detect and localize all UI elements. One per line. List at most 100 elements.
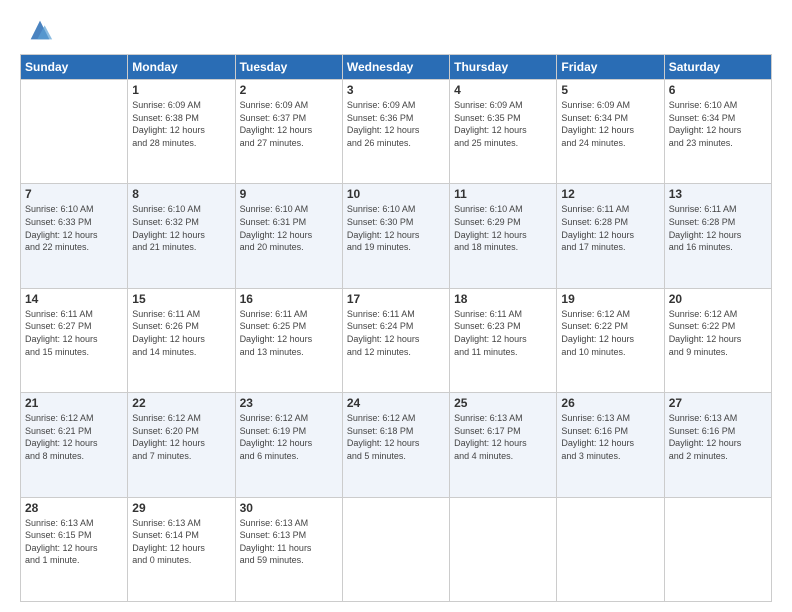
day-info: Sunrise: 6:12 AM Sunset: 6:20 PM Dayligh…: [132, 412, 230, 462]
day-number: 5: [561, 83, 659, 97]
day-number: 27: [669, 396, 767, 410]
day-number: 19: [561, 292, 659, 306]
day-info: Sunrise: 6:13 AM Sunset: 6:15 PM Dayligh…: [25, 517, 123, 567]
day-info: Sunrise: 6:11 AM Sunset: 6:25 PM Dayligh…: [240, 308, 338, 358]
table-row: 27 Sunrise: 6:13 AM Sunset: 6:16 PM Dayli…: [664, 393, 771, 497]
day-info: Sunrise: 6:12 AM Sunset: 6:19 PM Dayligh…: [240, 412, 338, 462]
table-row: 29 Sunrise: 6:13 AM Sunset: 6:14 PM Dayli…: [128, 497, 235, 601]
day-info: Sunrise: 6:13 AM Sunset: 6:16 PM Dayligh…: [561, 412, 659, 462]
logo: [20, 16, 54, 44]
day-info: Sunrise: 6:10 AM Sunset: 6:34 PM Dayligh…: [669, 99, 767, 149]
table-row: 11 Sunrise: 6:10 AM Sunset: 6:29 PM Dayli…: [450, 184, 557, 288]
day-number: 6: [669, 83, 767, 97]
table-row: 23 Sunrise: 6:12 AM Sunset: 6:19 PM Dayli…: [235, 393, 342, 497]
day-info: Sunrise: 6:12 AM Sunset: 6:18 PM Dayligh…: [347, 412, 445, 462]
day-number: 29: [132, 501, 230, 515]
day-number: 26: [561, 396, 659, 410]
col-monday: Monday: [128, 55, 235, 80]
calendar-header-row: Sunday Monday Tuesday Wednesday Thursday…: [21, 55, 772, 80]
table-row: 13Sunrise: 6:11 AM Sunset: 6:28 PM Dayli…: [664, 184, 771, 288]
day-info: Sunrise: 6:10 AM Sunset: 6:30 PM Dayligh…: [347, 203, 445, 253]
day-info: Sunrise: 6:09 AM Sunset: 6:34 PM Dayligh…: [561, 99, 659, 149]
day-number: 4: [454, 83, 552, 97]
day-info: Sunrise: 6:11 AM Sunset: 6:28 PM Dayligh…: [561, 203, 659, 253]
table-row: 20 Sunrise: 6:12 AM Sunset: 6:22 PM Dayli…: [664, 288, 771, 392]
table-row: 15 Sunrise: 6:11 AM Sunset: 6:26 PM Dayli…: [128, 288, 235, 392]
header: [20, 16, 772, 44]
day-info: Sunrise: 6:10 AM Sunset: 6:32 PM Dayligh…: [132, 203, 230, 253]
day-number: 14: [25, 292, 123, 306]
day-number: 7: [25, 187, 123, 201]
table-row: 25Sunrise: 6:13 AM Sunset: 6:17 PM Dayli…: [450, 393, 557, 497]
table-row: 30 Sunrise: 6:13 AM Sunset: 6:13 PM Dayli…: [235, 497, 342, 601]
day-number: 17: [347, 292, 445, 306]
table-row: [557, 497, 664, 601]
day-number: 8: [132, 187, 230, 201]
day-number: 30: [240, 501, 338, 515]
table-row: [342, 497, 449, 601]
day-info: Sunrise: 6:11 AM Sunset: 6:24 PM Dayligh…: [347, 308, 445, 358]
day-info: Sunrise: 6:10 AM Sunset: 6:31 PM Dayligh…: [240, 203, 338, 253]
table-row: [21, 80, 128, 184]
table-row: 8 Sunrise: 6:10 AM Sunset: 6:32 PM Daylig…: [128, 184, 235, 288]
calendar-week-row: 28 Sunrise: 6:13 AM Sunset: 6:15 PM Dayli…: [21, 497, 772, 601]
page: Sunday Monday Tuesday Wednesday Thursday…: [0, 0, 792, 612]
day-info: Sunrise: 6:09 AM Sunset: 6:36 PM Dayligh…: [347, 99, 445, 149]
day-info: Sunrise: 6:12 AM Sunset: 6:22 PM Dayligh…: [669, 308, 767, 358]
day-info: Sunrise: 6:13 AM Sunset: 6:16 PM Dayligh…: [669, 412, 767, 462]
day-info: Sunrise: 6:11 AM Sunset: 6:26 PM Dayligh…: [132, 308, 230, 358]
day-number: 2: [240, 83, 338, 97]
day-number: 1: [132, 83, 230, 97]
day-number: 10: [347, 187, 445, 201]
table-row: 7Sunrise: 6:10 AM Sunset: 6:33 PM Daylig…: [21, 184, 128, 288]
table-row: 19 Sunrise: 6:12 AM Sunset: 6:22 PM Dayli…: [557, 288, 664, 392]
day-info: Sunrise: 6:13 AM Sunset: 6:13 PM Dayligh…: [240, 517, 338, 567]
col-sunday: Sunday: [21, 55, 128, 80]
col-tuesday: Tuesday: [235, 55, 342, 80]
calendar-week-row: 21Sunrise: 6:12 AM Sunset: 6:21 PM Dayli…: [21, 393, 772, 497]
day-number: 16: [240, 292, 338, 306]
table-row: 1 Sunrise: 6:09 AM Sunset: 6:38 PM Daylig…: [128, 80, 235, 184]
day-info: Sunrise: 6:09 AM Sunset: 6:37 PM Dayligh…: [240, 99, 338, 149]
table-row: 12 Sunrise: 6:11 AM Sunset: 6:28 PM Dayli…: [557, 184, 664, 288]
table-row: 5 Sunrise: 6:09 AM Sunset: 6:34 PM Daylig…: [557, 80, 664, 184]
day-info: Sunrise: 6:09 AM Sunset: 6:38 PM Dayligh…: [132, 99, 230, 149]
day-number: 15: [132, 292, 230, 306]
calendar-week-row: 7Sunrise: 6:10 AM Sunset: 6:33 PM Daylig…: [21, 184, 772, 288]
day-info: Sunrise: 6:11 AM Sunset: 6:23 PM Dayligh…: [454, 308, 552, 358]
day-info: Sunrise: 6:10 AM Sunset: 6:29 PM Dayligh…: [454, 203, 552, 253]
day-number: 20: [669, 292, 767, 306]
day-number: 11: [454, 187, 552, 201]
day-info: Sunrise: 6:13 AM Sunset: 6:14 PM Dayligh…: [132, 517, 230, 567]
day-info: Sunrise: 6:09 AM Sunset: 6:35 PM Dayligh…: [454, 99, 552, 149]
table-row: 9 Sunrise: 6:10 AM Sunset: 6:31 PM Daylig…: [235, 184, 342, 288]
table-row: 2 Sunrise: 6:09 AM Sunset: 6:37 PM Daylig…: [235, 80, 342, 184]
table-row: 28 Sunrise: 6:13 AM Sunset: 6:15 PM Dayli…: [21, 497, 128, 601]
calendar-week-row: 1 Sunrise: 6:09 AM Sunset: 6:38 PM Daylig…: [21, 80, 772, 184]
col-saturday: Saturday: [664, 55, 771, 80]
table-row: 21Sunrise: 6:12 AM Sunset: 6:21 PM Dayli…: [21, 393, 128, 497]
table-row: 16 Sunrise: 6:11 AM Sunset: 6:25 PM Dayli…: [235, 288, 342, 392]
day-number: 23: [240, 396, 338, 410]
table-row: 22 Sunrise: 6:12 AM Sunset: 6:20 PM Dayli…: [128, 393, 235, 497]
day-number: 22: [132, 396, 230, 410]
table-row: 24 Sunrise: 6:12 AM Sunset: 6:18 PM Dayli…: [342, 393, 449, 497]
day-number: 18: [454, 292, 552, 306]
day-info: Sunrise: 6:12 AM Sunset: 6:22 PM Dayligh…: [561, 308, 659, 358]
table-row: [664, 497, 771, 601]
calendar-week-row: 14 Sunrise: 6:11 AM Sunset: 6:27 PM Dayli…: [21, 288, 772, 392]
day-info: Sunrise: 6:11 AM Sunset: 6:27 PM Dayligh…: [25, 308, 123, 358]
day-number: 28: [25, 501, 123, 515]
table-row: 18 Sunrise: 6:11 AM Sunset: 6:23 PM Dayli…: [450, 288, 557, 392]
table-row: 10 Sunrise: 6:10 AM Sunset: 6:30 PM Dayli…: [342, 184, 449, 288]
table-row: 26 Sunrise: 6:13 AM Sunset: 6:16 PM Dayli…: [557, 393, 664, 497]
day-number: 24: [347, 396, 445, 410]
day-number: 9: [240, 187, 338, 201]
day-number: 21: [25, 396, 123, 410]
day-info: Sunrise: 6:13 AM Sunset: 6:17 PM Dayligh…: [454, 412, 552, 462]
day-number: 13: [669, 187, 767, 201]
day-number: 12: [561, 187, 659, 201]
table-row: 6 Sunrise: 6:10 AM Sunset: 6:34 PM Daylig…: [664, 80, 771, 184]
day-number: 3: [347, 83, 445, 97]
col-friday: Friday: [557, 55, 664, 80]
